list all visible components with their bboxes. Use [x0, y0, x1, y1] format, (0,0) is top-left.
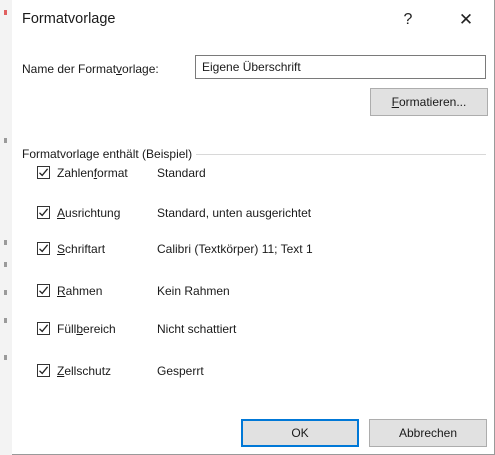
background-mark: [4, 318, 7, 323]
option-checkbox[interactable]: [37, 364, 50, 377]
style-dialog: Formatvorlage ? ✕ Name der Formatvorlage…: [12, 0, 495, 455]
background-mark: [4, 138, 7, 143]
checkmark-icon: [39, 168, 49, 177]
option-checkbox[interactable]: [37, 322, 50, 335]
help-button[interactable]: ?: [395, 8, 421, 32]
checkmark-icon: [39, 366, 49, 375]
checkmark-icon: [39, 286, 49, 295]
option-value: Standard: [157, 166, 206, 180]
dialog-title: Formatvorlage: [22, 11, 116, 27]
option-value: Standard, unten ausgerichtet: [157, 206, 312, 220]
option-label[interactable]: Füllbereich: [57, 322, 116, 336]
option-label[interactable]: Schriftart: [57, 242, 105, 256]
dialog-titlebar: Formatvorlage ? ✕: [12, 0, 494, 40]
option-label[interactable]: Zellschutz: [57, 364, 111, 378]
ok-button[interactable]: OK: [241, 419, 359, 447]
option-checkbox[interactable]: [37, 284, 50, 297]
style-name-input[interactable]: [195, 55, 486, 79]
checkmark-icon: [39, 208, 49, 217]
checkmark-icon: [39, 244, 49, 253]
option-checkbox[interactable]: [37, 206, 50, 219]
option-value: Gesperrt: [157, 364, 204, 378]
background-mark: [4, 10, 7, 15]
checkmark-icon: [39, 324, 49, 333]
option-checkbox[interactable]: [37, 166, 50, 179]
group-divider: [164, 154, 486, 155]
option-value: Calibri (Textkörper) 11; Text 1: [157, 242, 313, 256]
option-label[interactable]: Zahlenformat: [57, 166, 128, 180]
option-label[interactable]: Rahmen: [57, 284, 102, 298]
group-legend: Formatvorlage enthält (Beispiel): [22, 147, 197, 161]
background-mark: [4, 240, 7, 245]
option-value: Nicht schattiert: [157, 322, 237, 336]
option-label[interactable]: Ausrichtung: [57, 206, 120, 220]
background-mark: [4, 355, 7, 360]
format-button[interactable]: Formatieren...: [370, 88, 488, 116]
style-name-label: Name der Formatvorlage:: [22, 62, 159, 76]
option-checkbox[interactable]: [37, 242, 50, 255]
close-button[interactable]: ✕: [451, 8, 481, 32]
background-mark: [4, 290, 7, 295]
cancel-button[interactable]: Abbrechen: [369, 419, 487, 447]
background-mark: [4, 262, 7, 267]
option-value: Kein Rahmen: [157, 284, 230, 298]
